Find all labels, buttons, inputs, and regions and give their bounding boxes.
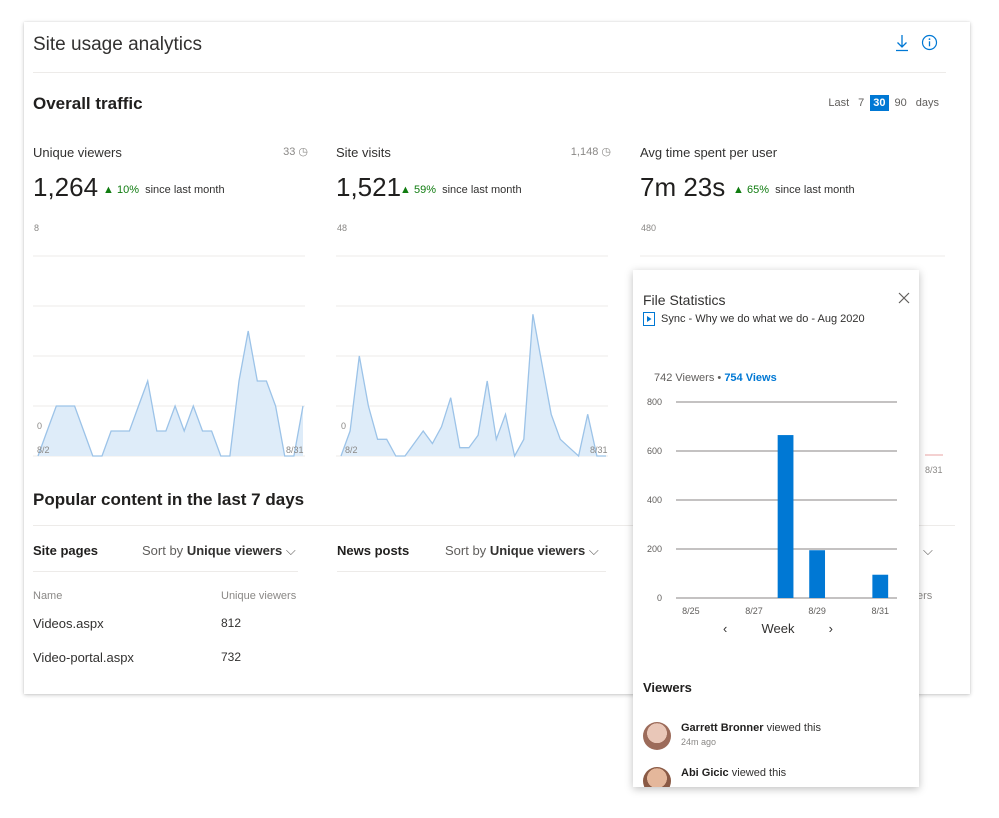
range-selector: Last 7 30 90 days [825,95,942,111]
x-end-label: 8/31 [925,465,943,475]
viewer-name: Abi Gicic viewed this [681,767,787,779]
y-min-label: 0 [37,421,43,431]
metric-value: 7m 23s [640,172,726,202]
unique-viewers-chart [33,255,305,457]
list-divider [33,571,298,572]
x-start-label: 8/2 [37,445,50,455]
file-statistics-panel: File Statistics Sync - Why we do what we… [633,270,919,787]
clock-icon: ◷ [601,146,611,158]
viewers-title: Viewers [643,680,692,695]
range-option-30[interactable]: 30 [870,95,889,111]
chevron-down-icon: ⌵ [588,543,599,558]
metric-site-visits: Site visits 1,148 ◷ 1,521 ▲ 59% since la… [336,142,611,462]
metric-unique-viewers: Unique viewers 33 ◷ 1,264 ▲ 10% since la… [33,142,308,462]
metric-count: 33 ◷ [283,146,308,158]
y-tick-label: 200 [647,544,662,554]
list-divider [337,571,606,572]
metric-value: 1,521 [336,172,402,202]
y-tick-label: 600 [647,446,662,456]
stats-summary: 742 Viewers • 754 Views [654,372,777,384]
x-tick-label: 8/29 [808,606,826,616]
area-fill [38,331,303,456]
chevron-left-icon[interactable]: ‹ [723,621,727,636]
table-row-viewers: 812 [221,616,242,630]
x-end-label: 8/31 [590,445,608,455]
bar-8/28 [777,435,794,598]
file-views-bar-chart: 800 600 400 200 0 8/25 8/27 8/29 8/31 [647,397,897,616]
popular-content-title: Popular content in the last 7 days [33,490,305,509]
close-icon[interactable] [896,290,912,306]
chart-ymax: 480 [641,223,657,233]
viewers-count: 742 Viewers [654,372,715,384]
chevron-down-icon[interactable]: ⌵ [923,543,933,559]
viewer-item[interactable]: Garrett Bronner viewed this 24m ago [643,722,821,750]
views-count: 754 Views [724,372,777,384]
site-visits-chart [336,255,608,458]
site-pages-sort[interactable]: Sort by Unique viewers ⌵ [142,543,296,559]
table-row-name[interactable]: Video-portal.aspx [33,650,134,665]
range-option-90[interactable]: 90 [892,95,910,111]
x-end-label: 8/31 [286,445,304,455]
viewer-name: Garrett Bronner viewed this [681,722,822,734]
metric-label: Avg time spent per user [640,145,778,160]
bar-8/29 [809,550,826,598]
week-label: Week [761,621,795,636]
avatar [643,767,671,787]
range-prefix: Last [828,97,850,109]
chart-ymax: 48 [337,223,348,233]
site-pages-title: Site pages [33,543,99,558]
column-unique-viewers: Unique viewers [221,590,297,602]
up-arrow-icon: ▲ [400,184,411,196]
bar-8/31 [872,574,889,598]
clock-icon: ◷ [298,146,308,158]
chart-ymax: 8 [34,223,40,233]
metric-delta: ▲ 65% since last month [733,184,855,196]
range-suffix: days [915,97,939,109]
y-tick-label: 0 [657,593,662,603]
metric-label: Unique viewers [33,145,122,160]
news-posts-sort[interactable]: Sort by Unique viewers ⌵ [445,543,599,559]
info-icon[interactable] [921,34,938,56]
metric-label: Site visits [336,145,391,160]
y-min-label: 0 [341,421,347,431]
file-name: Sync - Why we do what we do - Aug 2020 [661,313,865,325]
table-row-name[interactable]: Videos.aspx [33,616,104,631]
y-tick-label: 400 [647,495,662,505]
y-tick-label: 800 [647,397,662,407]
chevron-right-icon[interactable]: › [829,621,833,636]
avatar [643,722,671,750]
chevron-down-icon: ⌵ [285,543,296,558]
metric-count: 1,148 ◷ [570,146,611,158]
week-navigator: ‹ Week › [723,621,833,636]
download-icon[interactable] [895,34,909,57]
clipped-column-header: ers [917,590,933,602]
area-fill [341,314,606,456]
column-name: Name [33,590,63,602]
panel-title: File Statistics [643,292,726,308]
metric-delta: ▲ 10% since last month [103,184,225,196]
overall-traffic-title: Overall traffic [33,94,143,113]
range-option-7[interactable]: 7 [855,95,867,111]
viewer-item[interactable]: Abi Gicic viewed this [643,767,786,787]
file-link[interactable]: Sync - Why we do what we do - Aug 2020 [643,312,865,326]
table-row-viewers: 732 [221,650,242,664]
x-tick-label: 8/31 [872,606,890,616]
metric-delta: ▲ 59% since last month [400,184,522,196]
area-line [340,314,606,458]
video-file-icon [643,312,655,326]
card-title: Site usage analytics [33,34,202,55]
metric-value: 1,264 [33,172,99,202]
viewer-time: 24m ago [681,737,717,747]
up-arrow-icon: ▲ [733,184,744,196]
x-start-label: 8/2 [345,445,358,455]
up-arrow-icon: ▲ [103,184,114,196]
news-posts-title: News posts [337,543,410,558]
header-divider [33,72,946,73]
x-tick-label: 8/25 [682,606,700,616]
x-tick-label: 8/27 [745,606,763,616]
